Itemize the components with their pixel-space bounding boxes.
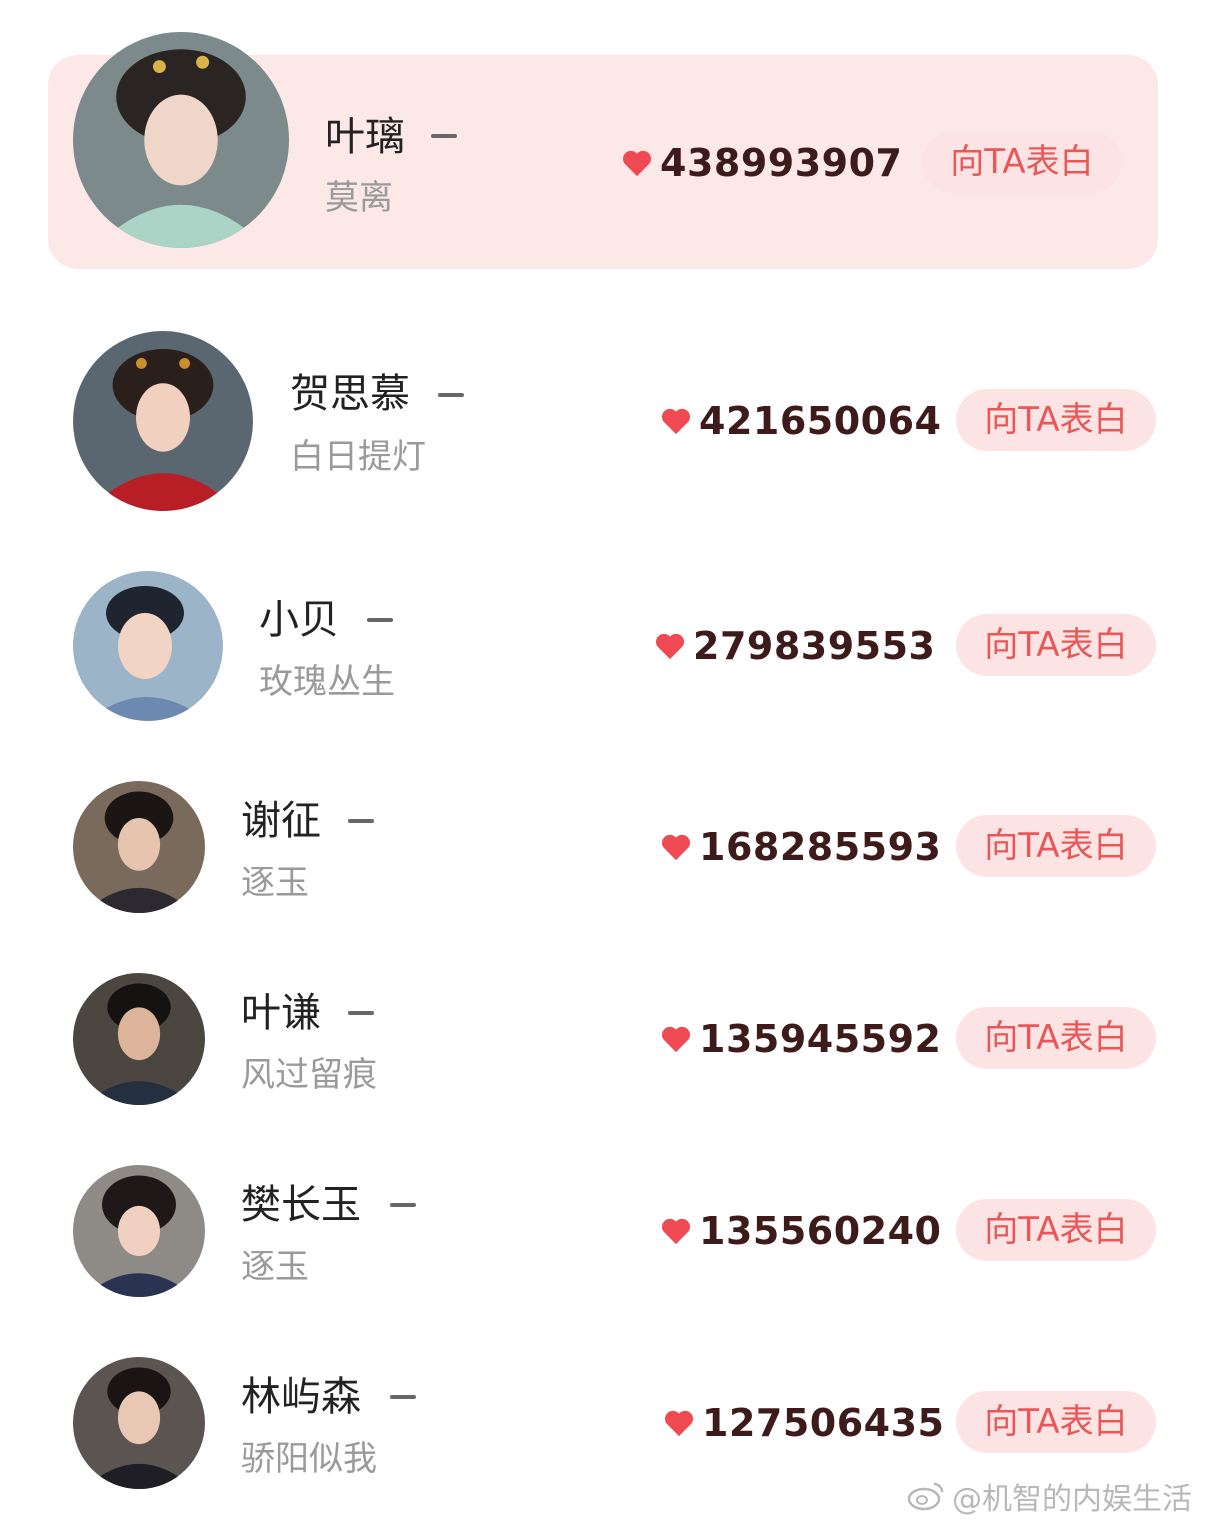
confess-button[interactable]: 向TA表白 [956, 1007, 1156, 1069]
avatar[interactable] [73, 973, 205, 1105]
avatar[interactable] [73, 1165, 205, 1297]
vote-count: 135560240 [661, 1212, 941, 1250]
confess-button[interactable]: 向TA表白 [956, 389, 1156, 451]
vote-count: 438993907 [622, 144, 902, 182]
avatar[interactable] [73, 781, 205, 913]
confess-button[interactable]: 向TA表白 [956, 815, 1156, 877]
drama-title: 莫离 [325, 178, 393, 218]
watermark-text: @机智的内娱生活 [952, 1482, 1192, 1517]
watermark: @机智的内娱生活 [906, 1474, 1192, 1518]
character-name: 小贝 [259, 597, 339, 643]
avatar[interactable] [73, 571, 223, 721]
confess-button[interactable]: 向TA表白 [922, 131, 1122, 193]
confess-button[interactable]: 向TA表白 [956, 614, 1156, 676]
vote-count: 168285593 [661, 828, 941, 866]
character-name: 贺思慕 [290, 371, 410, 417]
confess-button[interactable]: 向TA表白 [956, 1391, 1156, 1453]
rank-change-indicator [348, 1011, 374, 1015]
rank-change-indicator [367, 618, 393, 622]
vote-count: 127506435 [664, 1404, 944, 1442]
drama-title: 逐玉 [241, 1247, 309, 1287]
vote-count: 135945592 [661, 1020, 941, 1058]
heart-icon [661, 408, 691, 435]
heart-icon [661, 834, 691, 861]
weibo-icon [907, 1482, 944, 1511]
vote-count-value: 135945592 [699, 1017, 942, 1061]
vote-count-value: 127506435 [702, 1401, 945, 1445]
drama-title: 玫瑰丛生 [259, 662, 395, 702]
rank-change-indicator [390, 1395, 416, 1399]
heart-icon [661, 1026, 691, 1053]
heart-icon [664, 1410, 694, 1437]
ranking-list: 叶璃 莫离 438993907 向TA表白 贺思慕 白日提灯 421650064 [0, 0, 1206, 1528]
avatar[interactable] [73, 1357, 205, 1489]
vote-count-value: 168285593 [699, 825, 942, 869]
rank-change-indicator [431, 134, 457, 138]
character-name: 叶谦 [241, 990, 321, 1036]
rank-change-indicator [390, 1203, 416, 1207]
character-name: 林屿森 [241, 1374, 361, 1420]
vote-count-value: 421650064 [699, 399, 942, 443]
character-name: 樊长玉 [241, 1182, 361, 1228]
heart-icon [661, 1218, 691, 1245]
avatar[interactable] [73, 32, 289, 248]
vote-count-value: 438993907 [660, 141, 903, 185]
drama-title: 逐玉 [241, 863, 309, 903]
vote-count: 279839553 [655, 627, 935, 665]
drama-title: 白日提灯 [290, 437, 426, 477]
drama-title: 骄阳似我 [241, 1439, 377, 1479]
drama-title: 风过留痕 [241, 1055, 377, 1095]
heart-icon [655, 633, 685, 660]
vote-count: 421650064 [661, 402, 941, 440]
vote-count-value: 135560240 [699, 1209, 942, 1253]
confess-button[interactable]: 向TA表白 [956, 1199, 1156, 1261]
rank-change-indicator [438, 393, 464, 397]
rank-change-indicator [348, 819, 374, 823]
vote-count-value: 279839553 [693, 624, 936, 668]
character-name: 谢征 [241, 798, 321, 844]
character-name: 叶璃 [325, 114, 405, 160]
heart-icon [622, 150, 652, 177]
avatar[interactable] [73, 331, 253, 511]
